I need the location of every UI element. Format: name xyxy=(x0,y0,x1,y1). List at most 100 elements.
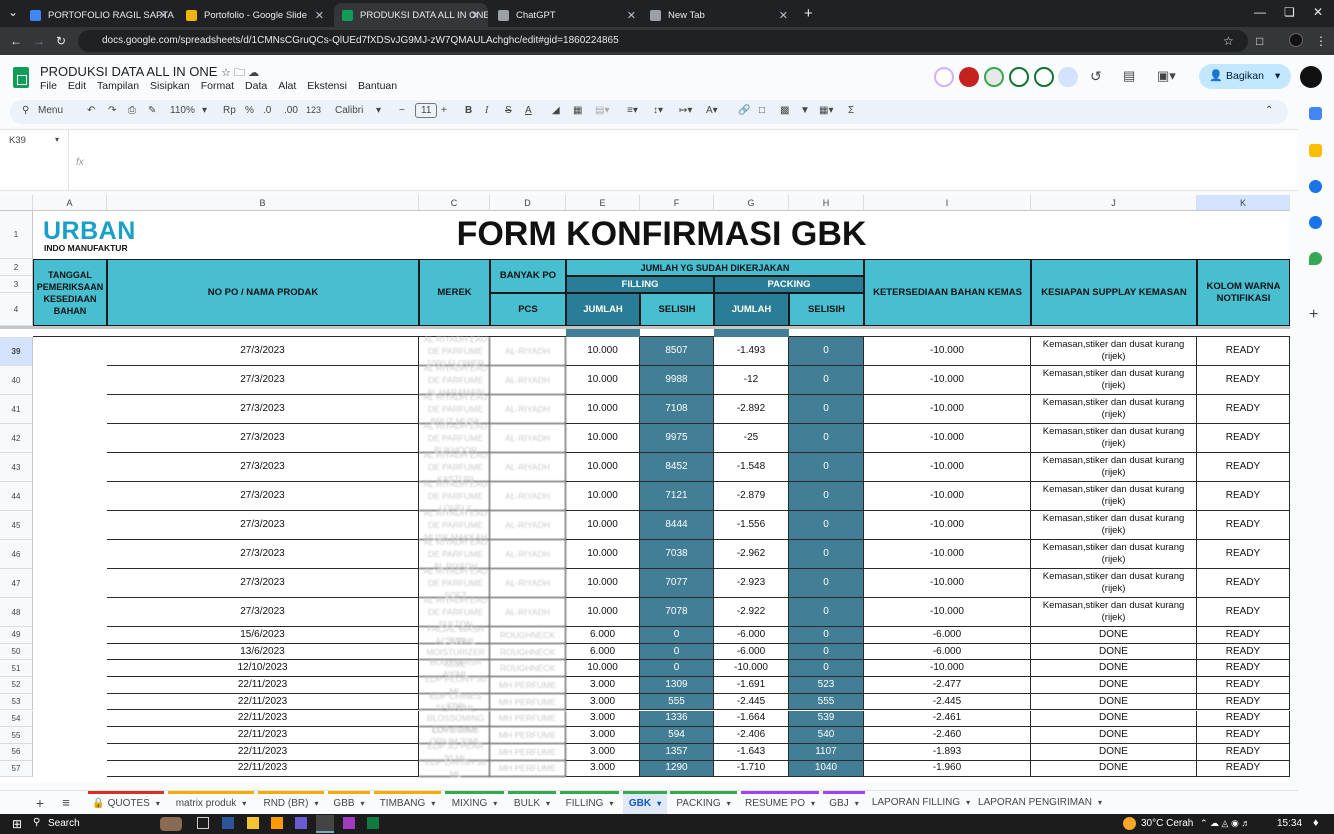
collaborator-avatar[interactable] xyxy=(1009,67,1029,87)
new-tab-button[interactable]: + xyxy=(804,5,813,22)
cell-filling-jumlah[interactable]: 8444 xyxy=(640,511,714,540)
cell-filling-selisih[interactable]: -1.664 xyxy=(714,710,789,728)
chrome-icon[interactable] xyxy=(316,815,334,833)
browser-tab[interactable]: PORTOFOLIO RAGIL SAPTA - Go✕ xyxy=(22,3,176,27)
sheet-tab-dropdown-icon[interactable]: ▾ xyxy=(855,799,859,808)
cell-filling-jumlah[interactable]: 9975 xyxy=(640,424,714,453)
add-sheet-button[interactable]: + xyxy=(30,791,50,815)
close-window-icon[interactable]: ✕ xyxy=(1313,5,1323,19)
fill-color-icon[interactable]: ◢ xyxy=(552,105,560,116)
cell-date[interactable]: 15/6/2023 xyxy=(107,627,419,644)
forward-icon[interactable]: → xyxy=(33,34,45,48)
cell-filling-selisih[interactable]: -6.000 xyxy=(714,627,789,644)
cell-date[interactable]: 22/11/2023 xyxy=(107,727,419,744)
cell-merek[interactable]: AL-RIYADH xyxy=(490,453,566,482)
tab-close-icon[interactable]: ✕ xyxy=(159,9,168,22)
menu-bantuan[interactable]: Bantuan xyxy=(358,80,397,92)
sheet-tab-dropdown-icon[interactable]: ▾ xyxy=(361,799,365,808)
cell-packing-jumlah[interactable]: 0 xyxy=(789,643,864,661)
cell-packing-selisih[interactable]: -10.000 xyxy=(864,337,1031,366)
tab-close-icon[interactable]: ✕ xyxy=(471,9,480,22)
column-header-g[interactable]: G xyxy=(714,195,789,211)
cell-packing-jumlah[interactable]: 0 xyxy=(789,482,864,511)
cell-banyak-po[interactable]: 3.000 xyxy=(566,677,640,694)
cell-filling-selisih[interactable]: -6.000 xyxy=(714,643,789,661)
zoom-select[interactable]: 110% xyxy=(170,105,195,116)
cell-filling-selisih[interactable]: -2.879 xyxy=(714,482,789,511)
cell-date[interactable]: 27/3/2023 xyxy=(107,540,419,569)
browser-tab[interactable]: PRODUKSI DATA ALL IN ONE - ✕ xyxy=(334,3,488,27)
cell-packing-selisih[interactable]: -2.477 xyxy=(864,677,1031,694)
cell-filling-jumlah[interactable]: 555 xyxy=(640,693,714,711)
strikethrough-icon[interactable]: S xyxy=(505,105,512,116)
cell-merek[interactable]: AL-RIYADH xyxy=(490,511,566,540)
cell-kesiapan[interactable]: READY xyxy=(1197,569,1290,598)
sheet-tab-dropdown-icon[interactable]: ▾ xyxy=(727,799,731,808)
cell-filling-jumlah[interactable]: 7121 xyxy=(640,482,714,511)
bookmark-star-icon[interactable]: ☆ xyxy=(1223,34,1234,48)
cell-packing-jumlah[interactable]: 540 xyxy=(789,727,864,744)
cell-packing-selisih[interactable]: -10.000 xyxy=(864,511,1031,540)
column-header-h[interactable]: H xyxy=(789,195,864,211)
clock[interactable]: 15:34 xyxy=(1277,818,1302,829)
name-box-dropdown-icon[interactable]: ▾ xyxy=(55,135,59,144)
cell-date[interactable]: 27/3/2023 xyxy=(107,395,419,424)
row-header[interactable]: 3 xyxy=(0,276,33,293)
cell-banyak-po[interactable]: 10.000 xyxy=(566,337,640,366)
cell-kesiapan[interactable]: READY xyxy=(1197,453,1290,482)
column-header-f[interactable]: F xyxy=(640,195,714,211)
cell-packing-selisih[interactable]: -2.445 xyxy=(864,693,1031,711)
sheet-tab-dropdown-icon[interactable]: ▾ xyxy=(966,798,970,807)
cell-date[interactable]: 27/3/2023 xyxy=(107,337,419,366)
cell-packing-jumlah[interactable]: 1040 xyxy=(789,760,864,778)
cell-filling-selisih[interactable]: -1.548 xyxy=(714,453,789,482)
taskbar-search-icon[interactable]: ⚲ xyxy=(33,817,40,828)
cell-packing-jumlah[interactable]: 0 xyxy=(789,660,864,678)
cell-merek[interactable]: AL-RIYADH xyxy=(490,395,566,424)
insert-comment-icon[interactable]: □ xyxy=(759,105,765,116)
row-header[interactable]: 44 xyxy=(0,482,33,511)
search-icon[interactable]: ⚲ xyxy=(22,105,29,116)
cell-kesiapan[interactable]: READY xyxy=(1197,677,1290,694)
notifications-icon[interactable]: ♦ xyxy=(1313,817,1319,829)
cell-ketersediaan[interactable]: DONE xyxy=(1031,627,1197,644)
comments-icon[interactable]: ▤ xyxy=(1123,68,1135,84)
cell-date[interactable]: 27/3/2023 xyxy=(107,511,419,540)
sheet-tab-mixing[interactable]: MIXING ▾ xyxy=(445,791,504,815)
sheet-tab-dropdown-icon[interactable]: ▾ xyxy=(1098,798,1102,807)
widget-animal-icon[interactable] xyxy=(160,817,182,831)
row-header[interactable]: 2 xyxy=(0,259,33,276)
browser-menu-icon[interactable]: ⋮ xyxy=(1315,34,1327,48)
cell-merek[interactable]: AL-RIYADH xyxy=(490,482,566,511)
cell-packing-selisih[interactable]: -10.000 xyxy=(864,598,1031,627)
menu-edit[interactable]: Edit xyxy=(68,80,86,92)
cell-banyak-po[interactable]: 3.000 xyxy=(566,760,640,778)
collaborator-avatar[interactable] xyxy=(1034,67,1054,87)
cell-kesiapan[interactable]: READY xyxy=(1197,693,1290,711)
sheet-tab-timbang[interactable]: TIMBANG ▾ xyxy=(374,791,441,815)
cell-banyak-po[interactable]: 10.000 xyxy=(566,660,640,678)
all-sheets-menu-icon[interactable]: ≡ xyxy=(56,791,76,815)
contacts-icon[interactable] xyxy=(1309,216,1322,229)
sheet-tab-dropdown-icon[interactable]: ▾ xyxy=(657,799,661,808)
column-header-d[interactable]: D xyxy=(490,195,566,211)
profile-avatar[interactable] xyxy=(1289,33,1303,47)
cell-filling-selisih[interactable]: -25 xyxy=(714,424,789,453)
cell-banyak-po[interactable]: 3.000 xyxy=(566,743,640,761)
excel-icon[interactable] xyxy=(367,817,379,829)
spreadsheet-grid[interactable]: A B C D E F G H I J K 1 2 3 4 URBAN INDO MANUFAKTUR FORM … xyxy=(0,195,1290,783)
text-color-icon[interactable]: A xyxy=(525,105,532,116)
print-icon[interactable]: ⎙ xyxy=(128,105,136,116)
increase-decimal-button[interactable]: .00 xyxy=(284,105,298,116)
row-header[interactable]: 40 xyxy=(0,366,33,395)
cell-filling-jumlah[interactable]: 7038 xyxy=(640,540,714,569)
sheet-tab-resume-po[interactable]: RESUME PO ▾ xyxy=(741,791,819,815)
cell-kesiapan[interactable]: READY xyxy=(1197,627,1290,644)
cell-ketersediaan[interactable]: DONE xyxy=(1031,743,1197,761)
extensions-icon[interactable]: □ xyxy=(1256,34,1263,48)
cell-banyak-po[interactable]: 10.000 xyxy=(566,424,640,453)
cell-ketersediaan[interactable]: Kemasan,stiker dan dusat kurang (rijek) xyxy=(1031,598,1197,627)
cell-filling-jumlah[interactable]: 0 xyxy=(640,643,714,661)
cell-filling-jumlah[interactable]: 9988 xyxy=(640,366,714,395)
cell-ketersediaan[interactable]: Kemasan,stiker dan dusat kurang (rijek) xyxy=(1031,337,1197,366)
